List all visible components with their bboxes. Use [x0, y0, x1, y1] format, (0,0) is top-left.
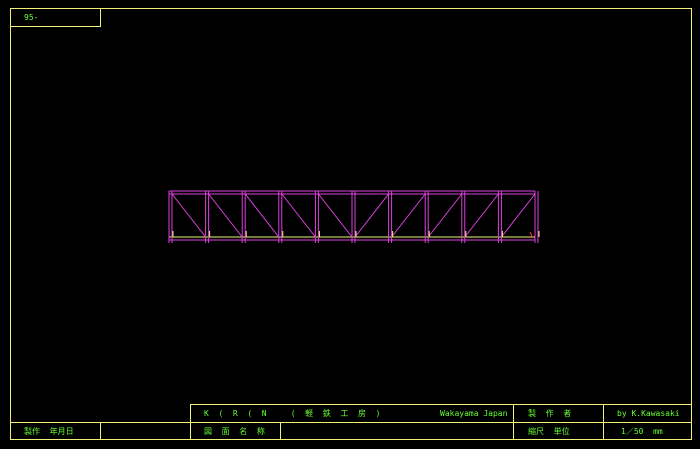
truss-diagonal [464, 193, 499, 238]
studio-location: Wakayama Japan [440, 409, 508, 418]
truss-diagonal [171, 193, 206, 238]
sheet-border [10, 8, 692, 440]
truss-diagonal [281, 193, 316, 238]
scale-label: 縮尺 単位 [528, 427, 570, 436]
author-label: 製 作 者 [528, 409, 572, 418]
date-label: 製作 年月日 [24, 427, 74, 436]
truss-bridge-drawing [168, 190, 540, 243]
truss-diagonal [427, 193, 463, 238]
truss-diagonal [244, 193, 280, 238]
author-value: by K.Kawasaki [617, 409, 680, 418]
drawing-name-label: 図 面 名 称 [204, 427, 265, 436]
truss-diagonal [208, 193, 243, 238]
drawing-sheet [10, 8, 692, 440]
truss-diagonal [501, 193, 536, 238]
truss-diagonal [391, 193, 426, 238]
truss-diagonal [318, 193, 353, 238]
studio-name: K ( R ( N ( 軽 鉄 工 房 ) [204, 409, 381, 418]
truss-diagonal [354, 193, 389, 238]
scale-value: 1／50 mm [621, 427, 663, 436]
sheet-number: 95- [24, 13, 39, 22]
